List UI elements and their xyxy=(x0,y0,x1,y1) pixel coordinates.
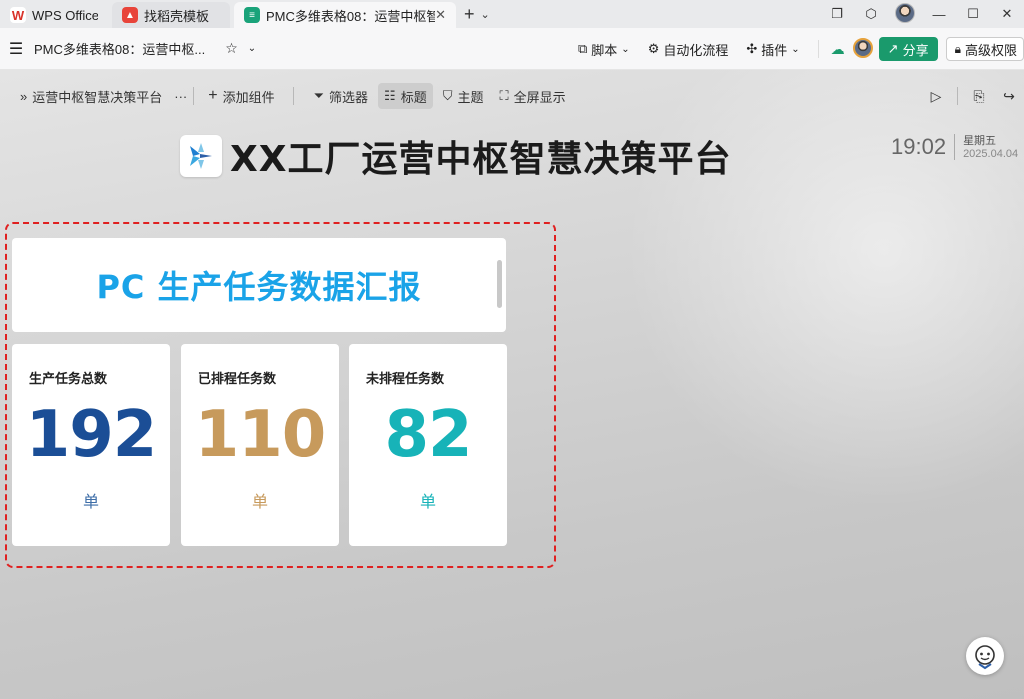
docer-icon: ▲ xyxy=(122,7,138,23)
tab-template[interactable]: ▲ 找稻壳模板 xyxy=(112,2,230,28)
cube-icon[interactable]: ⬡ xyxy=(854,6,888,22)
permission-label: 高级权限 xyxy=(964,42,1017,58)
page-title: XX工厂运营中枢智慧决策平台 xyxy=(230,139,732,180)
avatar xyxy=(895,2,915,23)
title-button[interactable]: ☷ 标题 xyxy=(378,83,433,109)
permission-button[interactable]: 🔒︎ 高级权限 xyxy=(945,37,1024,61)
stat-label: 已排程任务数 xyxy=(198,371,277,386)
lock-icon: 🔒︎ xyxy=(954,41,961,56)
platform-logo-icon xyxy=(180,135,222,177)
star-icon[interactable]: ☆ xyxy=(225,40,238,57)
dashboard-name: 运营中枢智慧决策平台 xyxy=(32,89,163,105)
report-heading-card[interactable]: PC 生产任务数据汇报 xyxy=(12,238,506,332)
double-chevron-right-icon: » xyxy=(20,88,28,104)
play-icon[interactable]: ▷ xyxy=(921,88,951,105)
fullscreen-label: 全屏显示 xyxy=(513,89,566,105)
close-window-icon[interactable]: ✕ xyxy=(990,6,1024,22)
title-label: 标题 xyxy=(400,89,427,105)
stat-card-scheduled[interactable]: 已排程任务数 110 单 xyxy=(181,344,339,546)
automation-label: 自动化流程 xyxy=(663,42,729,58)
add-widget-label: 添加组件 xyxy=(222,89,275,105)
theme-button[interactable]: ⛉ 主题 xyxy=(437,83,490,109)
tab-bar: W WPS Office ▲ 找稻壳模板 ≡ PMC多维表格08：运营中枢智慧 … xyxy=(0,0,1024,28)
robot-icon: ⚙ xyxy=(647,41,660,56)
stat-value: 192 xyxy=(25,398,158,472)
dashboard-title: XX工厂运营中枢智慧决策平台 xyxy=(180,132,732,180)
chevron-down-icon[interactable]: ⌄ xyxy=(248,43,256,54)
close-icon[interactable]: ✕ xyxy=(435,7,446,23)
script-button[interactable]: ⧉ 脚本 ⌄ xyxy=(578,40,630,59)
title-icon: ☷ xyxy=(384,88,396,103)
document-title[interactable]: PMC多维表格08：运营中枢... xyxy=(34,39,205,58)
share-dashboard-icon[interactable]: ↪ xyxy=(994,88,1024,105)
dashboard-canvas: » 运营中枢智慧决策平台 ··· + 添加组件 ⏷ 筛选器 ☷ 标题 ⛉ 主题 … xyxy=(0,70,1024,699)
filter-icon: ⏷ xyxy=(313,88,325,103)
share-icon: ↗ xyxy=(887,41,899,56)
add-tab-icon[interactable]: + xyxy=(464,4,475,25)
plugin-label: 插件 xyxy=(761,42,788,58)
scrollbar[interactable] xyxy=(497,260,502,308)
window-controls: ❐ ⬡ — ☐ ✕ xyxy=(820,0,1024,28)
clock-weekday: 星期五 xyxy=(963,135,997,147)
add-widget-button[interactable]: + 添加组件 xyxy=(202,83,280,109)
avatar xyxy=(852,37,873,58)
stat-value: 82 xyxy=(384,398,472,472)
assistant-bot-icon[interactable] xyxy=(966,637,1004,675)
share-button[interactable]: ↗ 分享 xyxy=(878,37,938,61)
puzzle-icon: ✣ xyxy=(746,41,758,56)
cloud-sync-icon[interactable]: ☁ xyxy=(831,41,845,58)
theme-label: 主题 xyxy=(457,89,484,105)
document-toolbar: ☰ PMC多维表格08：运营中枢... ☆ ⌄ ⧉ 脚本 ⌄ ⚙ 自动化流程 ✣… xyxy=(0,28,1024,70)
stat-label: 未排程任务数 xyxy=(366,371,445,386)
filter-button[interactable]: ⏷ 筛选器 xyxy=(308,83,374,109)
filter-label: 筛选器 xyxy=(329,89,369,105)
stat-card-total[interactable]: 生产任务总数 192 单 xyxy=(12,344,170,546)
divider xyxy=(292,87,294,105)
tab-label: PMC多维表格08：运营中枢智慧 xyxy=(266,8,436,24)
chevron-down-icon: ⌄ xyxy=(621,43,630,55)
plus-icon: + xyxy=(208,87,218,104)
shirt-icon: ⛉ xyxy=(442,88,453,103)
automation-button[interactable]: ⚙ 自动化流程 xyxy=(648,40,729,59)
chevron-down-icon: ⌄ xyxy=(791,43,800,55)
fullscreen-button[interactable]: ⛶ 全屏显示 xyxy=(493,83,571,109)
minimize-icon[interactable]: — xyxy=(922,7,956,22)
fullscreen-icon: ⛶ xyxy=(499,88,509,103)
dashboard-switcher[interactable]: » 运营中枢智慧决策平台 xyxy=(14,83,168,109)
stat-unit: 单 xyxy=(82,494,99,511)
divider xyxy=(957,87,958,105)
tab-label: 找稻壳模板 xyxy=(144,8,210,24)
stat-label: 生产任务总数 xyxy=(29,371,108,386)
more-button[interactable]: ··· xyxy=(168,83,193,109)
wps-logo-icon: W xyxy=(10,7,26,23)
divider xyxy=(817,40,819,58)
stat-card-unscheduled[interactable]: 未排程任务数 82 单 xyxy=(349,344,507,546)
tab-active-document[interactable]: ≡ PMC多维表格08：运营中枢智慧 ✕ xyxy=(234,2,456,28)
multidim-table-icon: ≡ xyxy=(244,7,260,23)
user-avatar[interactable] xyxy=(888,2,922,26)
report-heading: PC 生产任务数据汇报 xyxy=(96,268,422,306)
menu-icon[interactable]: ☰ xyxy=(2,39,30,59)
plugin-button[interactable]: ✣ 插件 ⌄ xyxy=(746,40,799,59)
dashboard-toolbar: » 运营中枢智慧决策平台 ··· + 添加组件 ⏷ 筛选器 ☷ 标题 ⛉ 主题 … xyxy=(0,70,1024,122)
chevron-down-icon[interactable]: ⌄ xyxy=(481,8,490,21)
share-label: 分享 xyxy=(902,42,929,58)
clock-widget: 19:02 星期五 2025.04.04 xyxy=(891,134,1018,161)
maximize-icon[interactable]: ☐ xyxy=(956,6,990,22)
stat-value: 110 xyxy=(194,398,327,472)
clock-time: 19:02 xyxy=(891,134,956,160)
collaborator-avatar[interactable] xyxy=(852,37,873,61)
stat-unit: 单 xyxy=(419,494,436,511)
clock-date: 2025.04.04 xyxy=(963,148,1019,160)
divider xyxy=(193,87,195,105)
script-icon: ⧉ xyxy=(577,41,588,56)
restore-tabs-icon[interactable]: ❐ xyxy=(820,6,854,22)
tab-wps-office[interactable]: W WPS Office xyxy=(0,2,108,28)
stat-unit: 单 xyxy=(251,494,268,511)
export-icon[interactable]: ⎘ xyxy=(964,88,994,105)
script-label: 脚本 xyxy=(591,42,618,58)
tab-label: WPS Office xyxy=(32,7,98,23)
